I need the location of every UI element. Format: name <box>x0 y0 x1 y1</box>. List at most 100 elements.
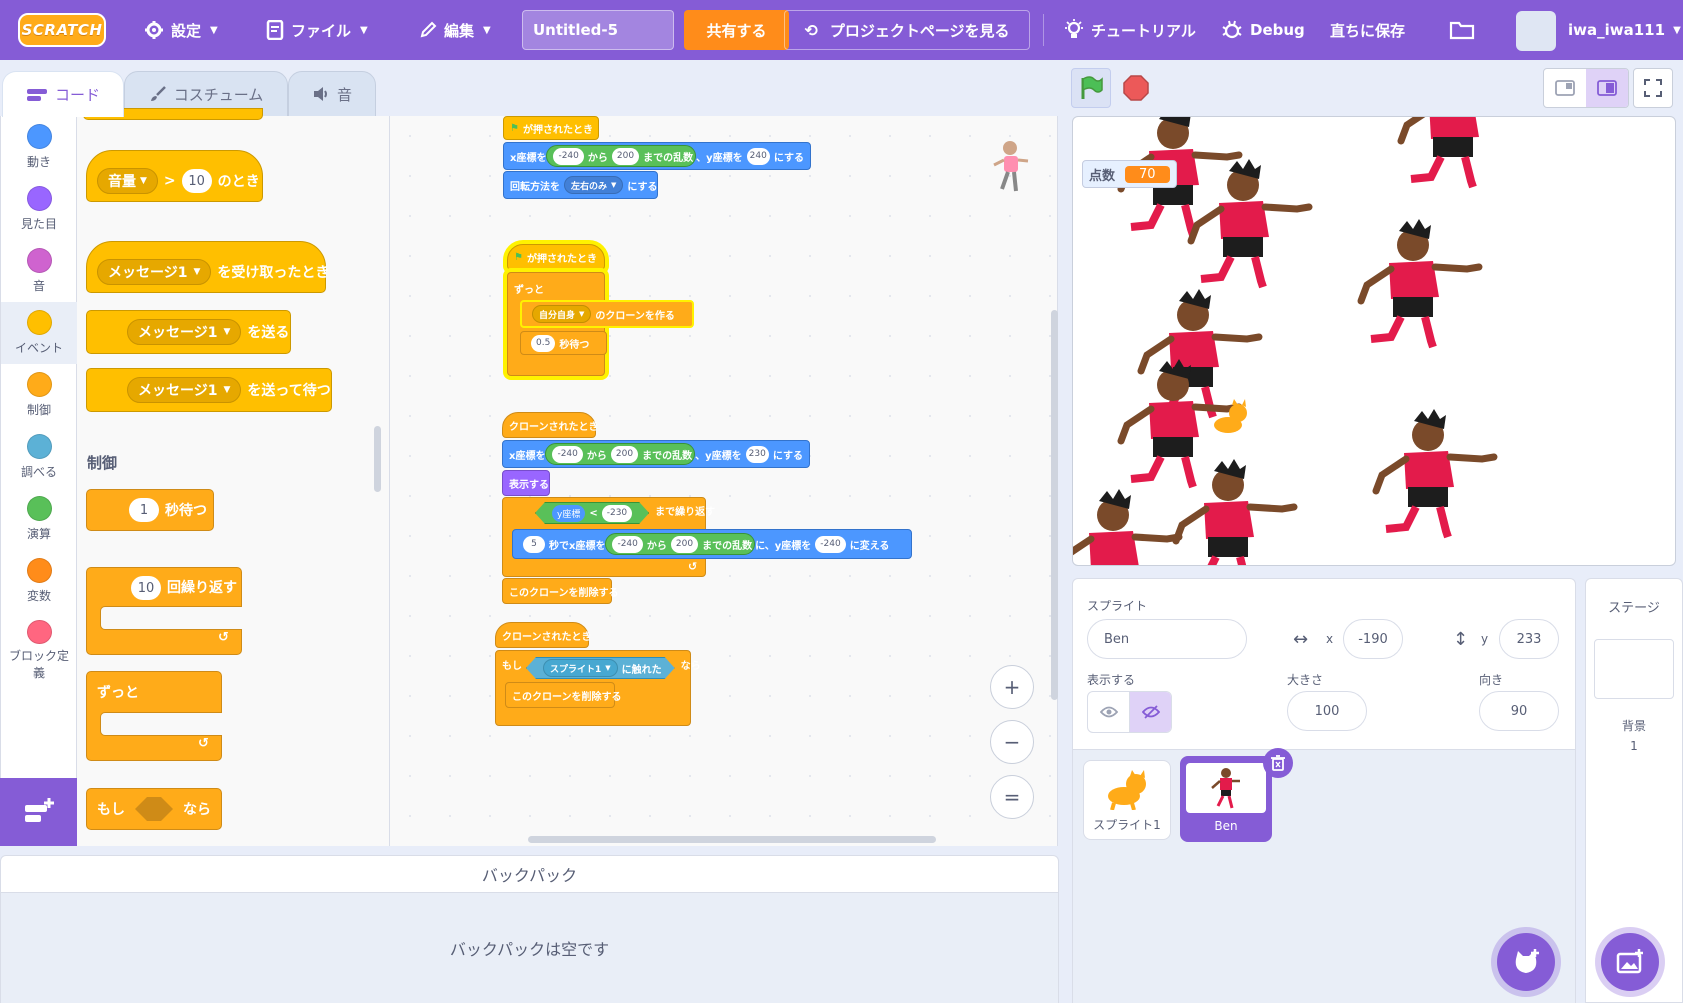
script-clone-hat-1[interactable]: クローンされたとき <box>502 412 599 438</box>
less-than-operator[interactable]: y座標 < -230 <box>535 502 649 524</box>
script-rotation-style[interactable]: 回転方法を 左右のみ ▼ にする <box>503 171 658 199</box>
message-dropdown[interactable]: メッセージ1 ▼ <box>97 259 212 285</box>
add-sprite-button[interactable] <box>1497 933 1555 991</box>
debug-button[interactable]: Debug <box>1221 0 1305 60</box>
value-input[interactable]: 200 <box>670 535 699 553</box>
size-input[interactable]: 100 <box>1287 691 1367 731</box>
value-input[interactable]: -240 <box>552 445 583 463</box>
rotation-dropdown[interactable]: 左右のみ ▼ <box>564 176 624 194</box>
y-position-reporter[interactable]: y座標 <box>552 505 585 522</box>
edit-menu[interactable]: 編集 ▼ <box>419 0 491 60</box>
script-delete-clone-1[interactable]: このクローンを削除する <box>502 578 619 604</box>
zoom-in-button[interactable]: + <box>990 665 1034 709</box>
sprite-thumbnail-selected[interactable]: Ben <box>1180 756 1272 842</box>
avatar[interactable] <box>1516 11 1556 51</box>
value-input[interactable]: -240 <box>815 535 846 553</box>
script-show[interactable]: 表示する <box>502 470 550 496</box>
palette-when-loudness-block[interactable]: 音量 ▼ > 10 のとき <box>86 150 263 202</box>
script-flag-hat-2[interactable]: ⚑ が押されたとき <box>507 244 605 270</box>
script-create-clone[interactable]: 自分自身 ▼ のクローンを作る <box>520 300 694 328</box>
palette-broadcast-wait-block[interactable]: メッセージ1 ▼ を送って待つ <box>86 368 332 412</box>
workspace-vertical-scrollbar[interactable] <box>1051 310 1058 700</box>
palette-wait-block[interactable]: 1 秒待つ <box>86 489 214 531</box>
green-flag-button[interactable] <box>1071 68 1111 108</box>
category-sensing[interactable]: 調べる <box>1 426 77 488</box>
random-reporter[interactable]: -240 から 200 までの乱数 <box>545 443 696 465</box>
category-control[interactable]: 制御 <box>1 364 77 426</box>
script-goto-random-2[interactable]: x座標を -240 から 200 までの乱数 、y座標を 230 にする <box>502 440 810 468</box>
category-operators[interactable]: 演算 <box>1 488 77 550</box>
random-reporter[interactable]: -240 から 200 までの乱数 <box>605 533 756 555</box>
palette-scrollbar[interactable] <box>374 426 381 492</box>
project-page-button[interactable]: ⟲ プロジェクトページを見る <box>784 10 1030 50</box>
share-button[interactable]: 共有する <box>684 10 789 50</box>
script-glide[interactable]: 5 秒でx座標を -240 から 200 までの乱数 に、y座標を -240 に… <box>512 529 912 559</box>
palette-when-receive-block[interactable]: メッセージ1 ▼ を受け取ったとき <box>86 241 329 293</box>
message-dropdown[interactable]: メッセージ1 ▼ <box>127 319 242 345</box>
script-wait-half[interactable]: 0.5 秒待つ <box>520 331 607 355</box>
stage-canvas[interactable]: 点数 70 <box>1072 116 1676 566</box>
y-position-input[interactable]: 233 <box>1499 619 1559 659</box>
empty-boolean-slot[interactable] <box>135 797 173 821</box>
scratch-logo[interactable]: SCRATCH <box>18 13 106 47</box>
category-sound[interactable]: 音 <box>1 240 77 302</box>
category-motion[interactable]: 動き <box>1 116 77 178</box>
file-menu[interactable]: ファイル ▼ <box>266 0 368 60</box>
small-stage-button[interactable] <box>1544 69 1586 107</box>
palette-if-block[interactable]: もし なら <box>86 788 222 830</box>
loudness-value-input[interactable]: 10 <box>181 169 212 193</box>
clone-target-dropdown[interactable]: 自分自身 ▼ <box>532 305 592 323</box>
save-now-button[interactable]: 直ちに保存 <box>1330 0 1405 60</box>
tab-code[interactable]: コード <box>2 71 124 117</box>
value-input[interactable]: -240 <box>612 535 643 553</box>
zoom-reset-button[interactable]: = <box>990 775 1034 819</box>
value-input[interactable]: 200 <box>611 147 640 165</box>
wait-value-input[interactable]: 1 <box>129 498 159 522</box>
my-stuff-button[interactable] <box>1449 0 1482 60</box>
script-flag-hat-1[interactable]: ⚑ が押されたとき <box>503 116 599 140</box>
add-extension-button[interactable] <box>0 778 77 846</box>
backpack-header[interactable]: バックパック <box>0 855 1059 893</box>
code-workspace[interactable] <box>390 116 1058 846</box>
category-looks[interactable]: 見た目 <box>1 178 77 240</box>
value-input[interactable]: 240 <box>746 147 770 165</box>
account-menu[interactable]: iwa_iwa111 ▼ <box>1568 0 1681 60</box>
script-delete-clone-2[interactable]: このクローンを削除する <box>505 682 622 708</box>
touching-target-dropdown[interactable]: スプライト1 ▼ <box>543 659 618 677</box>
category-events[interactable]: イベント <box>1 302 77 364</box>
zoom-out-button[interactable]: − <box>990 720 1034 764</box>
delete-sprite-button[interactable] <box>1263 748 1293 778</box>
category-variables[interactable]: 変数 <box>1 550 77 612</box>
hide-button[interactable] <box>1129 692 1171 732</box>
workspace-horizontal-scrollbar[interactable] <box>528 836 936 843</box>
loudness-dropdown[interactable]: 音量 ▼ <box>97 168 158 194</box>
message-dropdown[interactable]: メッセージ1 ▼ <box>127 377 242 403</box>
value-input[interactable]: -240 <box>553 147 584 165</box>
script-goto-random-1[interactable]: x座標を -240 から 200 までの乱数 、y座標を 240 にする <box>503 142 811 170</box>
touching-sensor[interactable]: スプライト1 ▼ に触れた <box>526 657 675 679</box>
backdrop-thumbnail[interactable] <box>1594 639 1674 699</box>
large-stage-button[interactable] <box>1586 69 1628 107</box>
add-backdrop-button[interactable] <box>1601 933 1659 991</box>
settings-menu[interactable]: 設定 ▼ <box>144 0 218 60</box>
fullscreen-button[interactable] <box>1633 68 1673 108</box>
sprite-thumbnail[interactable]: スプライト1 <box>1083 760 1171 840</box>
sprite-name-input[interactable] <box>1087 619 1247 659</box>
stop-button[interactable] <box>1116 68 1156 108</box>
script-clone-hat-2[interactable]: クローンされたとき <box>495 622 592 648</box>
value-input[interactable]: 0.5 <box>531 334 556 352</box>
project-title-input[interactable] <box>522 10 674 50</box>
value-input[interactable]: -230 <box>602 505 632 522</box>
value-input[interactable]: 230 <box>745 445 769 463</box>
value-input[interactable]: 5 <box>523 535 545 553</box>
random-reporter[interactable]: -240 から 200 までの乱数 <box>546 145 697 167</box>
x-position-input[interactable]: -190 <box>1343 619 1403 659</box>
value-input[interactable]: 200 <box>610 445 639 463</box>
repeat-value-input[interactable]: 10 <box>131 576 161 600</box>
tab-sounds[interactable]: 音 <box>288 71 376 117</box>
palette-broadcast-block[interactable]: メッセージ1 ▼ を送る <box>86 310 291 354</box>
show-button[interactable] <box>1088 692 1129 732</box>
tutorials-button[interactable]: チュートリアル <box>1064 0 1196 60</box>
score-monitor[interactable]: 点数 70 <box>1082 160 1177 188</box>
category-my-blocks[interactable]: ブロック定義 <box>1 612 77 682</box>
